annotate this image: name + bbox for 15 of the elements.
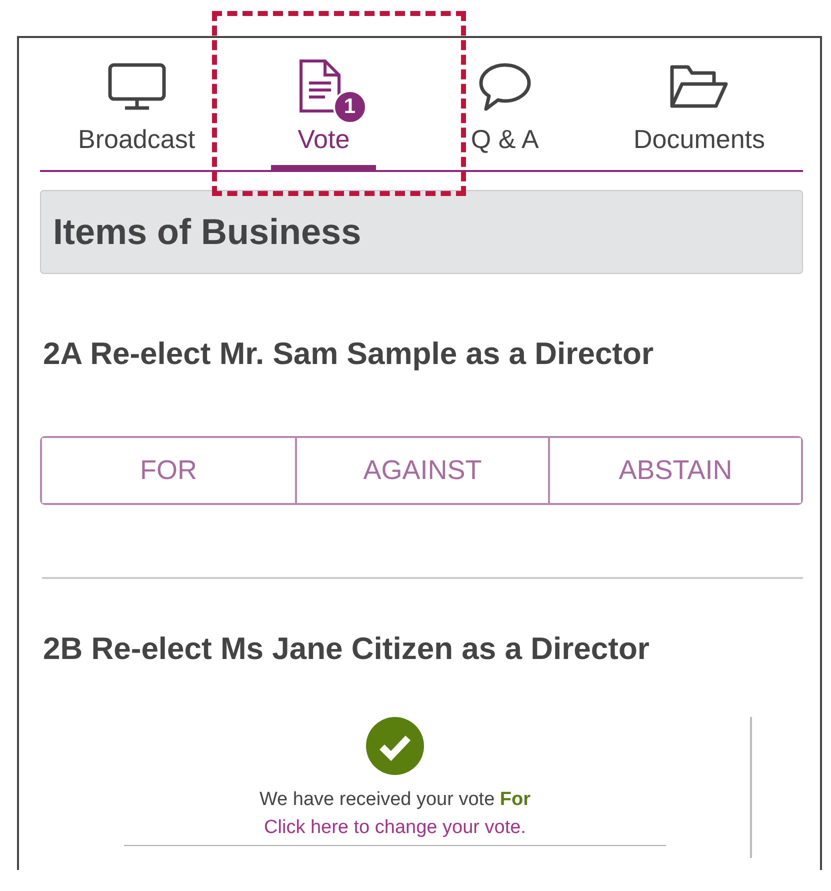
monitor-icon — [106, 62, 167, 112]
item-title: 2A Re-elect Mr. Sam Sample as a Director — [43, 336, 655, 372]
item-title: 2B Re-elect Ms Jane Citizen as a Director — [43, 631, 650, 667]
change-vote-link[interactable]: Click here to change your vote. — [124, 817, 666, 846]
check-icon — [366, 717, 424, 775]
tab[interactable]: Q & A — [452, 38, 558, 172]
tab[interactable]: Broadcast — [78, 38, 196, 172]
vote-option[interactable]: ABSTAIN — [548, 438, 801, 503]
count-badge: 1 — [332, 90, 367, 124]
folder-icon — [669, 64, 730, 110]
vote-confirmation: We have received your vote For — [259, 789, 531, 811]
tab[interactable]: 1 Vote — [271, 38, 376, 172]
speech-bubble-icon — [476, 62, 533, 112]
section-header: Items of Business — [40, 190, 803, 274]
tab[interactable]: Documents — [634, 38, 765, 172]
